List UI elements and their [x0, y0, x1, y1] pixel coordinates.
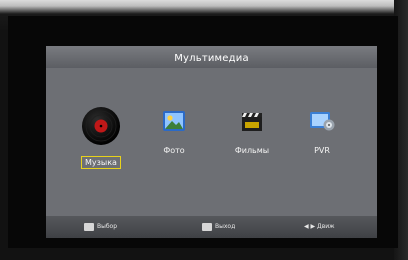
photo-icon [163, 111, 185, 131]
tv-screen: Мультимедиа Музыка Фото Фильмы PVR Выбор… [8, 16, 398, 248]
select-hint-label: Выбор [97, 223, 118, 230]
exit-key-icon [202, 222, 212, 231]
multimedia-menu: Мультимедиа Музыка Фото Фильмы PVR Выбор… [46, 46, 377, 238]
footer-bar: Выбор Выход ◀ ▶ Движ [46, 216, 377, 238]
title-bar: Мультимедиа [46, 46, 377, 68]
vinyl-record-icon [82, 107, 120, 145]
menu-title: Мультимедиа [174, 53, 249, 64]
menu-item-music[interactable]: Музыка [76, 106, 126, 169]
footer-hint-select: Выбор [84, 222, 117, 232]
menu-item-films[interactable]: Фильмы [228, 108, 276, 157]
ok-key-icon [84, 222, 94, 231]
menu-item-label: Фильмы [234, 146, 270, 155]
menu-item-pvr[interactable]: PVR [304, 108, 340, 157]
menu-item-label: Музыка [81, 156, 121, 169]
arrow-keys-icon: ◀ ▶ [304, 223, 318, 230]
menu-item-label: PVR [314, 146, 330, 155]
footer-hint-move: ◀ ▶ Движ [304, 222, 335, 232]
footer-hint-exit: Выход [202, 222, 235, 232]
clapperboard-icon [242, 113, 262, 131]
move-hint-label: Движ [317, 223, 335, 230]
exit-hint-label: Выход [215, 223, 236, 230]
pvr-recorder-icon [310, 112, 335, 131]
menu-item-label: Фото [163, 146, 185, 155]
menu-item-photo[interactable]: Фото [155, 108, 193, 157]
